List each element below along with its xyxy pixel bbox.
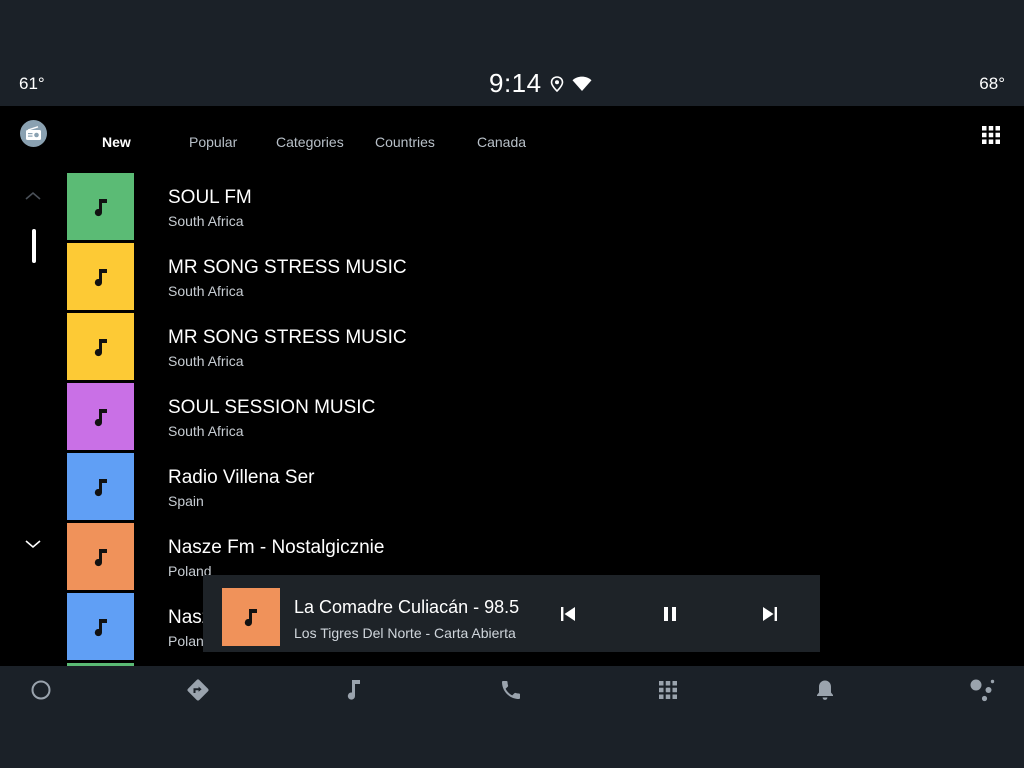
- now-playing-art: [222, 588, 280, 646]
- music-note-icon: [94, 338, 107, 356]
- tab-countries[interactable]: Countries: [375, 134, 435, 150]
- tab-categories[interactable]: Categories: [276, 134, 344, 150]
- station-country: South Africa: [168, 283, 244, 299]
- station-name: Radio Villena Ser: [168, 467, 315, 488]
- station-row[interactable]: SOUL FM South Africa: [67, 173, 967, 243]
- now-playing-bar[interactable]: La Comadre Culiacán - 98.5 FM Los Tigres…: [203, 575, 820, 652]
- bottom-nav-bar: [0, 666, 1024, 768]
- scrollbar-thumb[interactable]: [32, 229, 36, 263]
- station-thumbnail: [67, 523, 134, 590]
- music-note-icon: [94, 408, 107, 426]
- notifications-icon[interactable]: [807, 672, 843, 708]
- outside-temperature-left[interactable]: 61°: [19, 74, 45, 94]
- station-country: South Africa: [168, 423, 244, 439]
- station-thumbnail: [67, 313, 134, 380]
- station-row[interactable]: SOUL SESSION MUSIC South Africa: [67, 383, 967, 453]
- wifi-icon: [572, 76, 592, 92]
- home-icon[interactable]: [23, 672, 59, 708]
- station-country: South Africa: [168, 213, 244, 229]
- radio-app-icon[interactable]: [20, 120, 47, 147]
- phone-icon[interactable]: [493, 672, 529, 708]
- apps-grid-icon[interactable]: [980, 124, 1002, 146]
- station-name: MR SONG STRESS MUSIC: [168, 257, 407, 278]
- now-playing-title: La Comadre Culiacán - 98.5 FM: [294, 597, 522, 617]
- music-note-icon: [94, 198, 107, 216]
- station-country: South Africa: [168, 353, 244, 369]
- music-note-icon: [94, 618, 107, 636]
- music-note-icon: [94, 548, 107, 566]
- station-row[interactable]: MR SONG STRESS MUSIC South Africa: [67, 313, 967, 383]
- music-note-icon: [94, 268, 107, 286]
- station-name: SOUL FM: [168, 187, 252, 208]
- station-thumbnail: [67, 593, 134, 660]
- assistant-icon[interactable]: [964, 672, 1000, 708]
- music-note-icon: [244, 609, 257, 627]
- clock-group: 9:14: [489, 68, 592, 99]
- station-row[interactable]: MR SONG STRESS MUSIC South Africa: [67, 243, 967, 313]
- location-icon: [550, 75, 564, 92]
- station-name: Nasze Fm - Nostalgicznie: [168, 537, 385, 558]
- apps-icon[interactable]: [650, 672, 686, 708]
- skip-previous-icon[interactable]: [560, 606, 576, 627]
- station-thumbnail: [67, 243, 134, 310]
- pause-icon[interactable]: [662, 606, 678, 627]
- station-row[interactable]: Radio Villena Ser Spain: [67, 453, 967, 523]
- music-icon[interactable]: [336, 672, 372, 708]
- station-thumbnail: [67, 453, 134, 520]
- status-bar: 61° 9:14 68°: [0, 0, 1024, 106]
- music-note-icon: [94, 478, 107, 496]
- station-thumbnail: [67, 173, 134, 240]
- outside-temperature-right[interactable]: 68°: [979, 74, 1005, 94]
- station-country: Spain: [168, 493, 204, 509]
- station-name: MR SONG STRESS MUSIC: [168, 327, 407, 348]
- station-name: SOUL SESSION MUSIC: [168, 397, 376, 418]
- now-playing-subtitle: Los Tigres Del Norte - Carta Abierta: [294, 625, 516, 641]
- navigation-icon[interactable]: [180, 672, 216, 708]
- clock: 9:14: [489, 68, 542, 98]
- scroll-up-icon[interactable]: [24, 188, 42, 206]
- station-thumbnail: [67, 383, 134, 450]
- skip-next-icon[interactable]: [762, 606, 778, 627]
- tab-popular[interactable]: Popular: [189, 134, 237, 150]
- tab-canada[interactable]: Canada: [477, 134, 526, 150]
- tab-new[interactable]: New: [102, 134, 131, 150]
- scroll-down-icon[interactable]: [24, 536, 42, 554]
